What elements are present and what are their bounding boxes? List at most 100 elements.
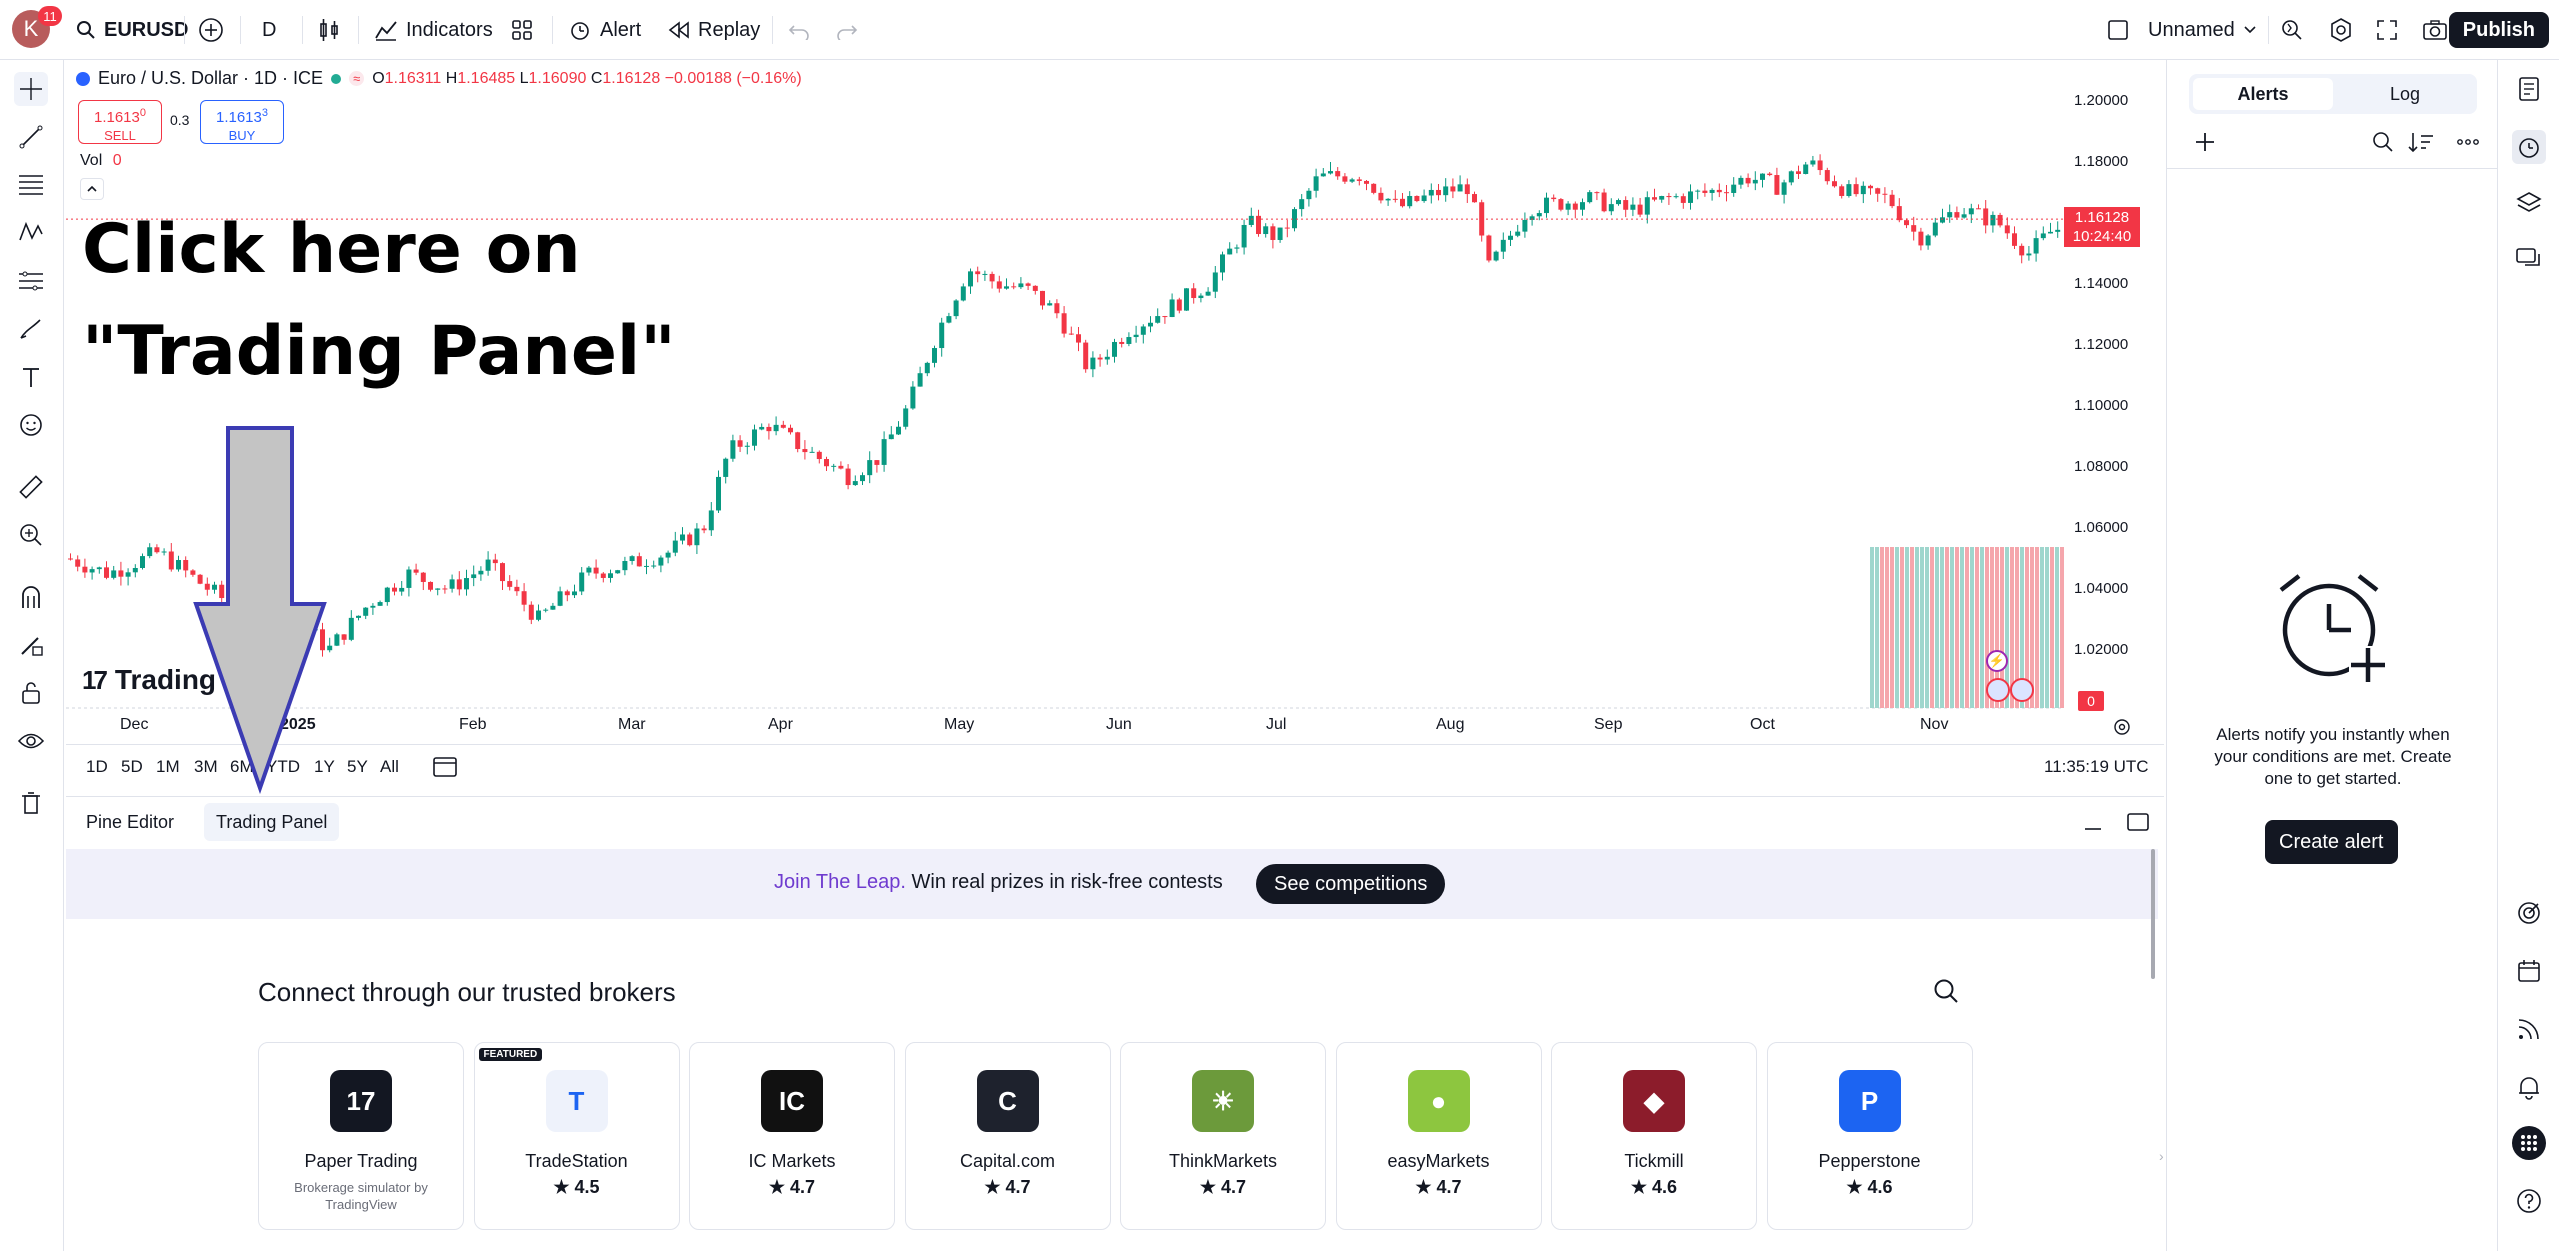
- lightning-event-icon[interactable]: ⚡: [1986, 650, 2008, 672]
- utc-clock[interactable]: 11:35:19 UTC: [2044, 757, 2149, 777]
- price-chart[interactable]: [66, 60, 2164, 760]
- broker-search-button[interactable]: [1932, 977, 1960, 1010]
- zoom-tool[interactable]: [14, 518, 48, 552]
- crosshair-tool[interactable]: [14, 72, 48, 106]
- broker-card[interactable]: 17 Paper Trading Brokerage simulator by Tr…: [258, 1042, 464, 1230]
- measure-tool[interactable]: [14, 470, 48, 504]
- axis-settings-button[interactable]: [2112, 717, 2132, 742]
- symbol-search[interactable]: EURUSD: [76, 12, 188, 48]
- alerts-search-button[interactable]: [2371, 130, 2395, 159]
- snapshot-button[interactable]: [2422, 12, 2448, 48]
- fullscreen-button[interactable]: [2376, 12, 2398, 48]
- tab-alerts[interactable]: Alerts: [2193, 78, 2333, 110]
- banner-link[interactable]: Join The Leap.: [774, 871, 906, 893]
- indicators-button[interactable]: Indicators: [374, 12, 493, 48]
- add-alert-button[interactable]: [2193, 130, 2217, 159]
- fib-tool[interactable]: [14, 168, 48, 202]
- maximize-panel-button[interactable]: [2126, 811, 2150, 838]
- redo-button[interactable]: [836, 12, 858, 48]
- range-button[interactable]: All: [380, 757, 399, 777]
- candle-body: [1940, 217, 1945, 223]
- broker-card[interactable]: FEATURED T TradeStation ★ 4.5: [473, 1042, 680, 1230]
- create-alert-button[interactable]: Create alert: [2265, 820, 2398, 864]
- collapse-legend-button[interactable]: [80, 178, 104, 200]
- broker-rating-value: 4.6: [1867, 1177, 1893, 1197]
- broker-card[interactable]: C Capital.com ★ 4.7: [904, 1042, 1111, 1230]
- broker-card[interactable]: ● easyMarkets ★ 4.7: [1335, 1042, 1542, 1230]
- lock-drawings-tool[interactable]: [14, 676, 48, 710]
- interval-label: D: [262, 18, 277, 41]
- see-competitions-button[interactable]: See competitions: [1256, 864, 1446, 904]
- chart-type-button[interactable]: [318, 12, 340, 48]
- tab-log[interactable]: Log: [2337, 78, 2473, 110]
- candle-body: [449, 579, 455, 589]
- quick-search-button[interactable]: [2280, 12, 2304, 48]
- tv-logo-icon: 17: [82, 664, 108, 695]
- hide-drawings-tool[interactable]: [14, 724, 48, 758]
- range-button[interactable]: 5D: [121, 757, 143, 777]
- calendar-button[interactable]: [2512, 954, 2546, 988]
- panel-scrollbar[interactable]: [2151, 849, 2155, 979]
- broker-card[interactable]: ☀ ThinkMarkets ★ 4.7: [1120, 1042, 1326, 1230]
- minimize-panel-button[interactable]: [2082, 811, 2104, 838]
- prediction-tool[interactable]: [14, 264, 48, 298]
- sort-alerts-button[interactable]: [2407, 130, 2435, 159]
- us-flag-event-icon-2[interactable]: [2010, 678, 2034, 702]
- range-button[interactable]: 1D: [86, 757, 108, 777]
- sell-button[interactable]: 1.16130 SELL: [78, 100, 162, 144]
- compare-symbol-button[interactable]: [198, 12, 224, 48]
- undo-button[interactable]: [788, 12, 810, 48]
- date-range-button[interactable]: [432, 754, 458, 783]
- buy-button[interactable]: 1.16133 BUY: [200, 100, 284, 144]
- broker-card[interactable]: P Pepperstone ★ 4.6: [1766, 1042, 1973, 1230]
- trend-line-tool[interactable]: [14, 120, 48, 154]
- text-tool[interactable]: [14, 360, 48, 394]
- pattern-tool[interactable]: [14, 216, 48, 250]
- ideas-button[interactable]: [2512, 896, 2546, 930]
- broker-card[interactable]: ◆ Tickmill ★ 4.6: [1551, 1042, 1757, 1230]
- candle-body: [485, 559, 491, 571]
- series-legend: Euro / U.S. Dollar · 1D · ICE ≈ O1.16311…: [76, 68, 802, 89]
- layout-menu[interactable]: Unnamed: [2106, 12, 2257, 48]
- range-button[interactable]: 1M: [156, 757, 180, 777]
- search-icon: [77, 21, 95, 39]
- market-open-dot: [331, 73, 342, 84]
- time-tick-label: Mar: [618, 716, 646, 733]
- candle-body: [536, 610, 541, 620]
- products-button[interactable]: [2512, 1126, 2546, 1160]
- alert-button[interactable]: Alert: [568, 12, 641, 48]
- range-button[interactable]: 5Y: [347, 757, 368, 777]
- close-value: 1.16128: [602, 69, 661, 87]
- magnet-tool[interactable]: [14, 580, 48, 614]
- interval-button[interactable]: D: [262, 12, 276, 48]
- remove-drawings-tool[interactable]: [14, 786, 48, 820]
- chat-bubbles-icon: [2516, 248, 2540, 266]
- settings-button[interactable]: [2328, 12, 2354, 48]
- alerts-button[interactable]: [2512, 130, 2546, 164]
- volume-bar: [1950, 547, 1954, 708]
- candle-body: [1248, 215, 1254, 225]
- broker-card[interactable]: IC IC Markets ★ 4.7: [689, 1042, 895, 1230]
- publish-button[interactable]: Publish: [2448, 12, 2549, 48]
- replay-button[interactable]: Replay: [668, 12, 760, 48]
- notifications-button[interactable]: [2512, 1070, 2546, 1104]
- stay-drawing-tool[interactable]: [14, 628, 48, 662]
- templates-button[interactable]: [510, 12, 534, 48]
- candle-body: [1716, 189, 1722, 193]
- watchlist-button[interactable]: [2512, 72, 2546, 106]
- help-button[interactable]: [2512, 1184, 2546, 1218]
- tab-trading-panel[interactable]: Trading Panel: [204, 803, 340, 841]
- banner-text-wrap: Join The Leap. Win real prizes in risk-f…: [774, 871, 1223, 894]
- object-tree-button[interactable]: [2512, 186, 2546, 220]
- chats-button[interactable]: [2512, 242, 2546, 276]
- collapse-panel-handle[interactable]: ›: [2159, 1148, 2164, 1164]
- news-button[interactable]: [2512, 1012, 2546, 1046]
- emoji-tool[interactable]: [14, 408, 48, 442]
- candle-body: [471, 574, 477, 579]
- us-flag-event-icon[interactable]: [1986, 678, 2010, 702]
- chart-pane[interactable]: Euro / U.S. Dollar · 1D · ICE ≈ O1.16311…: [66, 60, 2164, 777]
- tab-pine-editor[interactable]: Pine Editor: [74, 803, 186, 841]
- alerts-more-button[interactable]: [2455, 130, 2481, 159]
- brush-tool[interactable]: [14, 312, 48, 346]
- candle-body: [968, 271, 973, 287]
